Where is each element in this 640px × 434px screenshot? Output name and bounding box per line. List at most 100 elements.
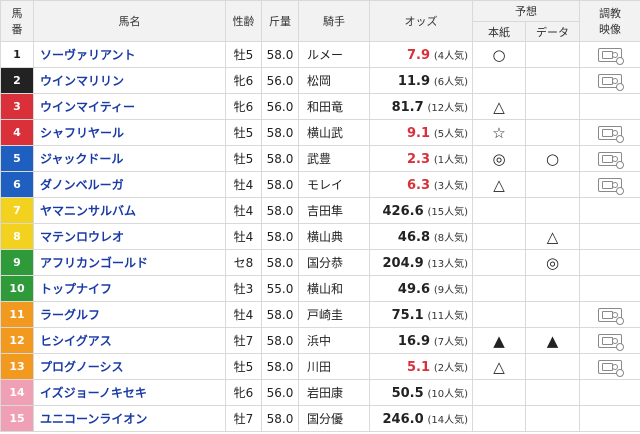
header-prediction: 予想 [472,0,580,22]
horse-number-badge: 2 [0,67,34,94]
paper-prediction-mark: △ [472,353,526,380]
table-row: 6 ダノンベルーガ 牡4 58.0 モレイ 6.3 (3人気) △ [0,171,640,198]
header-horse-number-top: 馬 [11,7,23,20]
odds-value: 11.9 [397,73,430,89]
odds-cell: 2.3 (1人気) [369,145,473,172]
carried-weight: 58.0 [261,249,299,276]
horse-name-link[interactable]: ユニコーンライオン [33,405,226,432]
training-video-cell [579,41,640,68]
sex-age: 牡7 [225,405,262,432]
carried-weight: 56.0 [261,379,299,406]
data-prediction-mark: ▲ [525,327,580,354]
jockey-name: 国分恭 [298,249,370,276]
training-video-cell [579,327,640,354]
horse-name-link[interactable]: ダノンベルーガ [33,171,226,198]
horse-name-link[interactable]: ヒシイグアス [33,327,226,354]
header-training-top: 調教 [599,7,621,20]
data-prediction-mark [525,119,580,146]
sex-age: セ8 [225,249,262,276]
data-prediction-mark [525,171,580,198]
odds-cell: 81.7 (12人気) [369,93,473,120]
paper-prediction-mark [472,301,526,328]
horse-number-badge: 13 [0,353,34,380]
table-row: 1 ソーヴァリアント 牡5 58.0 ルメー 7.9 (4人気) ○ [0,41,640,68]
paper-prediction-mark: ◎ [472,145,526,172]
training-video-icon[interactable] [598,359,624,377]
popularity-rank: (2人気) [433,362,468,374]
horse-name-link[interactable]: プログノーシス [33,353,226,380]
training-video-icon[interactable] [598,73,624,91]
horse-name-link[interactable]: ジャックドール [33,145,226,172]
horse-name-link[interactable]: マテンロウレオ [33,223,226,250]
training-video-icon[interactable] [598,47,624,65]
training-video-cell [579,379,640,406]
horse-number-badge: 15 [0,405,34,432]
paper-prediction-mark: ☆ [472,119,526,146]
header-training-video: 調教 映像 [579,0,640,42]
horse-name-link[interactable]: ウインマリリン [33,67,226,94]
data-prediction-mark [525,405,580,432]
popularity-rank: (7人気) [433,336,468,348]
training-video-icon[interactable] [598,333,624,351]
horse-name-link[interactable]: ヤマニンサルバム [33,197,226,224]
header-horse-number: 馬 番 [0,0,34,42]
data-prediction-mark [525,301,580,328]
training-video-cell [579,353,640,380]
horse-name-link[interactable]: トップナイフ [33,275,226,302]
horse-name-link[interactable]: アフリカンゴールド [33,249,226,276]
paper-prediction-mark: △ [472,93,526,120]
training-video-icon[interactable] [598,307,624,325]
horse-name-link[interactable]: シャフリヤール [33,119,226,146]
odds-value: 2.3 [406,151,430,167]
odds-value: 5.1 [406,359,430,375]
sex-age: 牡3 [225,275,262,302]
data-prediction-mark [525,41,580,68]
sex-age: 牡4 [225,171,262,198]
odds-cell: 426.6 (15人気) [369,197,473,224]
horse-number-badge: 14 [0,379,34,406]
training-video-icon[interactable] [598,177,624,195]
horse-name-link[interactable]: ウインマイティー [33,93,226,120]
horse-number-badge: 6 [0,171,34,198]
odds-cell: 11.9 (6人気) [369,67,473,94]
sex-age: 牡5 [225,41,262,68]
training-video-cell [579,119,640,146]
jockey-name: 吉田隼 [298,197,370,224]
header-horse-name: 馬名 [33,0,226,42]
popularity-rank: (13人気) [427,258,468,270]
sex-age: 牝6 [225,67,262,94]
carried-weight: 56.0 [261,93,299,120]
popularity-rank: (15人気) [427,206,468,218]
horse-name-link[interactable]: ラーグルフ [33,301,226,328]
sex-age: 牡5 [225,119,262,146]
training-video-cell [579,93,640,120]
training-video-cell [579,223,640,250]
popularity-rank: (8人気) [433,232,468,244]
jockey-name: 浜中 [298,327,370,354]
paper-prediction-mark [472,405,526,432]
table-row: 9 アフリカンゴールド セ8 58.0 国分恭 204.9 (13人気) ◎ [0,249,640,276]
popularity-rank: (11人気) [427,310,468,322]
odds-value: 46.8 [397,229,430,245]
table-row: 14 イズジョーノキセキ 牝6 56.0 岩田康 50.5 (10人気) [0,379,640,406]
table-row: 7 ヤマニンサルバム 牡4 58.0 吉田隼 426.6 (15人気) [0,197,640,224]
popularity-rank: (9人気) [433,284,468,296]
odds-value: 246.0 [382,411,424,427]
jockey-name: 横山典 [298,223,370,250]
data-prediction-mark [525,93,580,120]
training-video-icon[interactable] [598,151,624,169]
paper-prediction-mark [472,67,526,94]
horse-name-link[interactable]: イズジョーノキセキ [33,379,226,406]
training-video-cell [579,301,640,328]
table-row: 10 トップナイフ 牡3 55.0 横山和 49.6 (9人気) [0,275,640,302]
sex-age: 牡4 [225,223,262,250]
odds-cell: 46.8 (8人気) [369,223,473,250]
horse-number-badge: 3 [0,93,34,120]
sex-age: 牡4 [225,301,262,328]
horse-number-badge: 7 [0,197,34,224]
training-video-cell [579,171,640,198]
table-row: 13 プログノーシス 牡5 58.0 川田 5.1 (2人気) △ [0,353,640,380]
carried-weight: 58.0 [261,353,299,380]
horse-name-link[interactable]: ソーヴァリアント [33,41,226,68]
training-video-icon[interactable] [598,125,624,143]
